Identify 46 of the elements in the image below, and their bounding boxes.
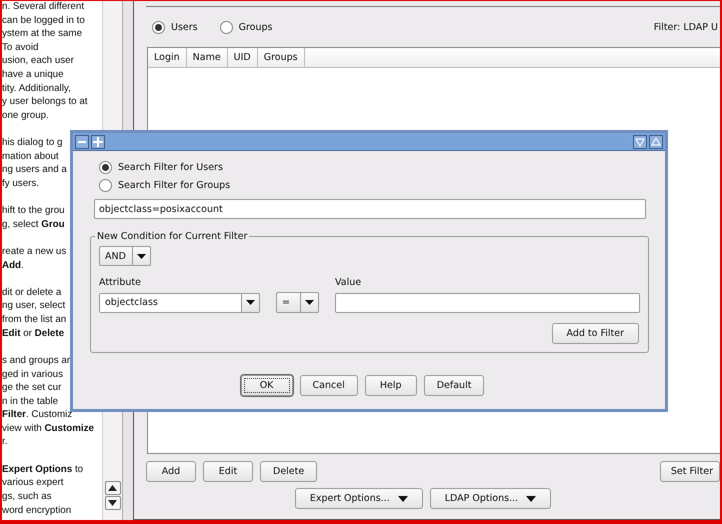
help-paragraph: n. Several different can be logged in to ystem at the same To avoid usion, each user have a unique tity. Additionally, y user belongs to at one group. <box>2 1 88 122</box>
set-filter-button[interactable]: Set Filter <box>660 461 720 482</box>
dialog-button[interactable]: OK <box>240 375 293 396</box>
dialog-button[interactable]: Default <box>424 375 484 396</box>
filter-target-radio[interactable]: Search Filter for Groups <box>99 179 645 192</box>
operator-combo[interactable]: AND <box>99 246 151 266</box>
group-title: New Condition for Current Filter <box>96 231 248 242</box>
help-paragraph: hift to the grou g, select Grou <box>2 204 65 232</box>
options-menu-button[interactable]: Expert Options... <box>294 488 423 509</box>
column-header[interactable]: UID <box>228 48 258 68</box>
help-paragraph: dit or delete a ng user, select from the list an Edit or Delete <box>2 286 66 340</box>
down-triangle-icon <box>108 500 117 506</box>
up-triangle-icon <box>108 485 117 491</box>
column-header[interactable]: Login <box>148 48 187 68</box>
scroll-up-button[interactable] <box>104 481 120 495</box>
help-paragraph: reate a new us Add. <box>2 244 66 272</box>
view-radio[interactable]: Users <box>152 20 198 34</box>
action-button[interactable]: Edit <box>203 461 253 482</box>
dialog-button[interactable]: Cancel <box>300 375 358 396</box>
value-label: Value <box>335 277 362 288</box>
caret-icon <box>398 496 408 502</box>
attribute-combo[interactable]: objectclass <box>99 292 260 312</box>
help-paragraph: his dialog to g mation about ng users and a fy users. <box>2 136 67 190</box>
view-radio[interactable]: Groups <box>220 20 272 34</box>
help-paragraph: Expert Options to various expert gs, such as word encryption <box>2 462 84 518</box>
value-field[interactable] <box>335 292 640 312</box>
help-paragraph: s and groups ar ged in various ge the set cur n in the table Filter. Customiz view with Customize r. <box>2 354 94 450</box>
column-header[interactable]: Groups <box>258 48 305 68</box>
caret-icon <box>246 300 255 305</box>
action-button[interactable]: Delete <box>260 461 318 482</box>
filter-field[interactable]: objectclass=posixaccount <box>94 199 646 219</box>
action-button[interactable]: Add <box>146 461 196 482</box>
caret-icon <box>526 496 536 502</box>
comparison-combo[interactable]: = <box>276 292 319 313</box>
filter-target-radio[interactable]: Search Filter for Users <box>99 161 645 174</box>
caret-icon <box>305 300 314 305</box>
caret-icon <box>137 254 146 258</box>
add-to-filter-button[interactable]: Add to Filter <box>552 323 639 344</box>
options-menu-button[interactable]: LDAP Options... <box>430 488 552 509</box>
shade-down-icon[interactable] <box>633 134 647 148</box>
column-header[interactable]: Name <box>186 48 228 68</box>
attribute-label: Attribute <box>99 277 142 288</box>
shade-up-icon[interactable] <box>649 134 663 148</box>
dialog-button[interactable]: Help <box>364 375 417 396</box>
scroll-down-button[interactable] <box>104 496 120 510</box>
filter-label: Filter: LDAP U <box>654 22 718 32</box>
